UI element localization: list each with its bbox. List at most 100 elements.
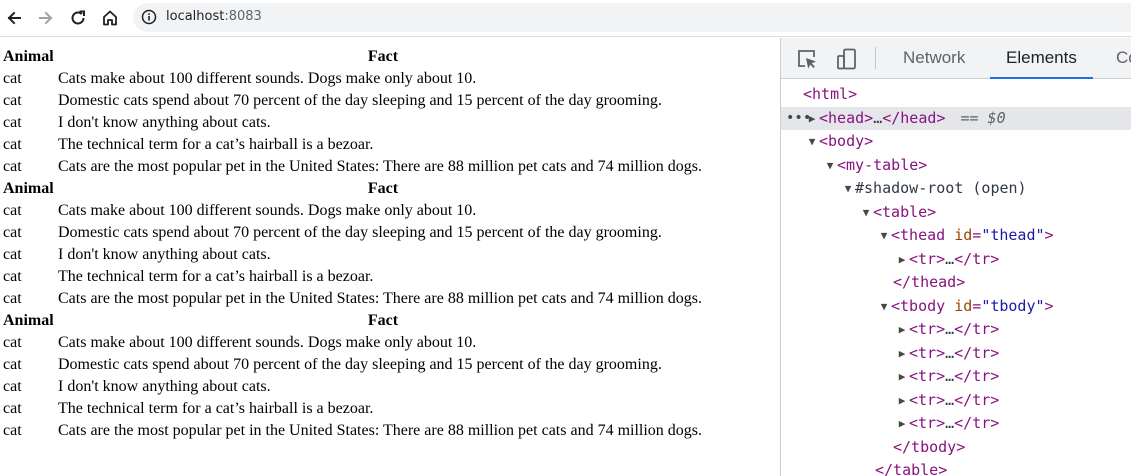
cell-animal: cat	[3, 70, 22, 87]
url-text[interactable]: localhost:8083	[166, 9, 262, 25]
home-button[interactable]	[97, 5, 123, 31]
address-bar[interactable]: localhost:8083	[133, 3, 1131, 32]
table-row: cat Domestic cats spend about 70 percent …	[3, 354, 708, 376]
table-header-row: Animal Fact	[3, 310, 708, 332]
table-row: cat The technical term for a cat’s hairba…	[3, 266, 708, 288]
cell-fact: The technical term for a cat’s hairball …	[58, 268, 374, 285]
cell-animal: cat	[3, 158, 22, 175]
cell-fact: I don't know anything about cats.	[58, 114, 271, 131]
cell-fact: Domestic cats spend about 70 percent of …	[58, 224, 662, 241]
cell-animal: cat	[3, 378, 22, 395]
device-toolbar-icon[interactable]	[835, 47, 859, 71]
fact-table: Animal Fact cat Cats make about 100 differe…	[3, 178, 708, 310]
dom-node-thead-close[interactable]: </thead>	[781, 271, 1131, 295]
inspect-element-icon[interactable]	[795, 47, 819, 71]
collapse-triangle-icon[interactable]: ▼	[859, 201, 873, 225]
table-row: cat Cats are the most popular pet in the …	[3, 156, 708, 178]
table-row: cat I don't know anything about cats.	[3, 376, 708, 398]
cell-fact: The technical term for a cat’s hairball …	[58, 136, 374, 153]
dom-node-tr[interactable]: ▶ <tr>…</tr>	[781, 412, 1131, 436]
cell-animal: cat	[3, 356, 22, 373]
dom-node-tr[interactable]: ▶ <tr>…</tr>	[781, 365, 1131, 389]
cell-animal: cat	[3, 92, 22, 109]
fact-table: Animal Fact cat Cats make about 100 differe…	[3, 46, 708, 178]
collapse-triangle-icon[interactable]: ▼	[877, 295, 891, 319]
dom-node-tr[interactable]: ▶ <tr>…</tr>	[781, 389, 1131, 413]
dom-node-shadow-root[interactable]: ▼ #shadow-root (open)	[781, 177, 1131, 201]
table-row: cat The technical term for a cat’s hairba…	[3, 398, 708, 420]
elements-dom-tree: <html> ••• ▶ <head>…</head> == $0 ▼ <body>…	[781, 83, 1131, 476]
reload-button[interactable]	[65, 5, 91, 31]
cell-fact: Cats are the most popular pet in the Uni…	[58, 158, 703, 175]
page-viewport: Animal Fact cat Cats make about 100 differe…	[0, 38, 780, 476]
dom-node-table-close[interactable]: </table>	[781, 459, 1131, 476]
table-header-row: Animal Fact	[3, 178, 708, 200]
tab-elements[interactable]: Elements	[990, 38, 1093, 79]
tab-network[interactable]: Network	[903, 38, 965, 79]
table-row: cat Cats make about 100 different sounds.…	[3, 200, 708, 222]
toolbar-divider	[875, 47, 876, 69]
header-animal: Animal	[3, 48, 54, 65]
header-animal: Animal	[3, 180, 54, 197]
dom-node-html[interactable]: <html>	[781, 83, 1131, 107]
devtools-tabbar: Network Elements Co	[781, 38, 1131, 79]
table-row: cat I don't know anything about cats.	[3, 244, 708, 266]
cell-fact: Cats are the most popular pet in the Uni…	[58, 290, 703, 307]
tab-console[interactable]: Co	[1116, 38, 1131, 79]
my-table-list: Animal Fact cat Cats make about 100 differe…	[3, 46, 708, 442]
node-actions-icon[interactable]: •••	[786, 107, 811, 131]
table-row: cat Cats make about 100 different sounds.…	[3, 332, 708, 354]
expand-triangle-icon[interactable]: ▶	[895, 412, 909, 436]
dom-node-tr[interactable]: ▶ <tr>…</tr>	[781, 342, 1131, 366]
cell-fact: Cats make about 100 different sounds. Do…	[58, 334, 477, 351]
dom-node-head[interactable]: ••• ▶ <head>…</head> == $0	[781, 106, 1131, 131]
browser-toolbar: localhost:8083	[0, 0, 1131, 37]
cell-fact: Domestic cats spend about 70 percent of …	[58, 356, 662, 373]
table-row: cat Domestic cats spend about 70 percent …	[3, 222, 708, 244]
cell-animal: cat	[3, 400, 22, 417]
table-row: cat Cats are the most popular pet in the …	[3, 420, 708, 442]
collapse-triangle-icon[interactable]: ▼	[877, 224, 891, 248]
devtools-panel: Network Elements Co <html> ••• ▶<head>…<…	[780, 38, 1131, 476]
dom-node-thead[interactable]: ▼ <thead id="thead">	[781, 224, 1131, 248]
table-row: cat I don't know anything about cats.	[3, 112, 708, 134]
dom-node-tbody[interactable]: ▼ <tbody id="tbody">	[781, 295, 1131, 319]
table-row: cat Cats make about 100 different sounds.…	[3, 68, 708, 90]
forward-button[interactable]	[33, 5, 59, 31]
cell-fact: The technical term for a cat’s hairball …	[58, 400, 374, 417]
dom-node-body[interactable]: ▼ <body>	[781, 130, 1131, 154]
dom-node-my-table[interactable]: ▼ <my-table>	[781, 154, 1131, 178]
dom-node-tr[interactable]: ▶ <tr>…</tr>	[781, 248, 1131, 272]
expand-triangle-icon[interactable]: ▶	[895, 389, 909, 413]
expand-triangle-icon[interactable]: ▶	[895, 248, 909, 272]
dom-node-tr[interactable]: ▶ <tr>…</tr>	[781, 318, 1131, 342]
cell-animal: cat	[3, 136, 22, 153]
cell-fact: Cats make about 100 different sounds. Do…	[58, 70, 477, 87]
cell-fact: Domestic cats spend about 70 percent of …	[58, 92, 662, 109]
home-icon	[103, 10, 117, 26]
collapse-triangle-icon[interactable]: ▼	[841, 177, 855, 201]
back-button[interactable]	[1, 5, 27, 31]
table-row: cat Cats are the most popular pet in the …	[3, 288, 708, 310]
expand-triangle-icon[interactable]: ▶	[895, 365, 909, 389]
cell-animal: cat	[3, 334, 22, 351]
cell-fact: Cats are the most popular pet in the Uni…	[58, 422, 703, 439]
dom-node-table[interactable]: ▼ <table>	[781, 201, 1131, 225]
back-arrow-icon	[7, 11, 21, 25]
cell-animal: cat	[3, 224, 22, 241]
expand-triangle-icon[interactable]: ▶	[895, 342, 909, 366]
header-fact: Fact	[367, 312, 399, 329]
cell-animal: cat	[3, 422, 22, 439]
table-row: cat The technical term for a cat’s hairba…	[3, 134, 708, 156]
reload-icon	[71, 10, 85, 25]
collapse-triangle-icon[interactable]: ▼	[805, 130, 819, 154]
expand-triangle-icon[interactable]: ▶	[895, 318, 909, 342]
dom-node-tbody-close[interactable]: </tbody>	[781, 436, 1131, 460]
info-icon[interactable]	[141, 9, 157, 25]
forward-arrow-icon	[39, 11, 53, 25]
table-row: cat Domestic cats spend about 70 percent …	[3, 90, 708, 112]
collapse-triangle-icon[interactable]: ▼	[823, 154, 837, 178]
cell-animal: cat	[3, 246, 22, 263]
selected-node-marker: == $0	[960, 108, 1006, 127]
header-fact: Fact	[367, 48, 399, 65]
